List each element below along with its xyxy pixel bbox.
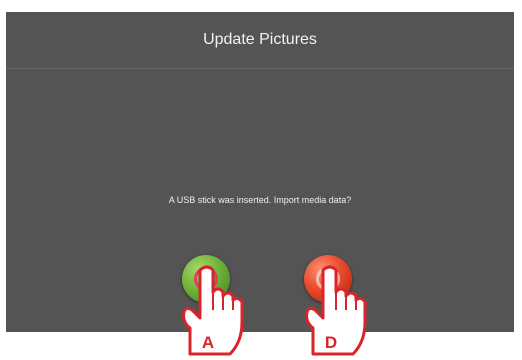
dialog-screen: Update Pictures A USB stick was inserted… <box>6 12 514 332</box>
hand-pointer-a-icon: A <box>182 265 244 356</box>
marker-label-d: D <box>325 333 337 352</box>
marker-label-a: A <box>202 333 214 352</box>
dialog-title: Update Pictures <box>6 12 514 69</box>
dialog-message: A USB stick was inserted. Import media d… <box>168 195 352 205</box>
hand-pointer-d-icon: D <box>305 265 367 356</box>
